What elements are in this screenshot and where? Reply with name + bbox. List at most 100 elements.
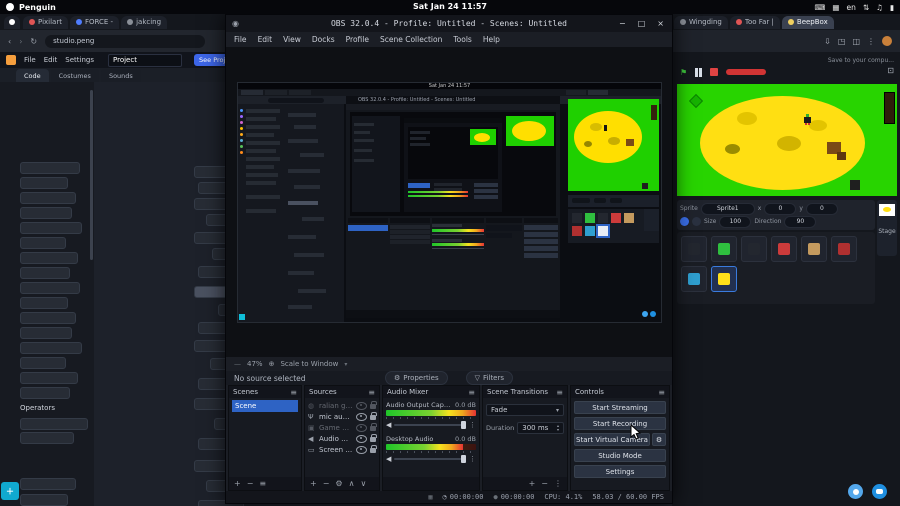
sprite-thumbnail[interactable]: [801, 236, 827, 262]
visibility-icon[interactable]: [356, 401, 367, 410]
code-block[interactable]: [20, 327, 72, 339]
code-block[interactable]: [20, 162, 80, 174]
obs-menu-item[interactable]: Help: [483, 35, 500, 44]
code-block[interactable]: [20, 478, 76, 490]
profile-avatar[interactable]: [882, 36, 892, 46]
reload-icon[interactable]: ↻: [30, 37, 37, 46]
code-block[interactable]: [20, 222, 82, 234]
toolbar-icon[interactable]: ◫: [852, 37, 860, 46]
browser-tab[interactable]: jakcing: [121, 15, 168, 29]
tray-icon[interactable]: ▦: [832, 3, 839, 12]
control-button[interactable]: Studio Mode: [574, 449, 666, 462]
game-stage-canvas[interactable]: [677, 84, 897, 196]
visibility-icon[interactable]: [356, 434, 367, 443]
transition-select[interactable]: Fade ▾: [486, 404, 564, 416]
back-icon[interactable]: ‹: [8, 37, 11, 46]
speaker-icon[interactable]: ◀: [386, 421, 391, 429]
speaker-icon[interactable]: ◀: [386, 455, 391, 463]
green-flag-button[interactable]: ⚑: [680, 68, 687, 77]
spin-down-icon[interactable]: ▾: [557, 428, 559, 432]
dock-toolbar-icon[interactable]: −: [247, 479, 254, 488]
add-extension-button[interactable]: ＋: [1, 482, 19, 500]
stage-selector[interactable]: Stage: [877, 200, 897, 256]
editor-menu-item[interactable]: Settings: [65, 56, 94, 64]
code-block[interactable]: [20, 267, 70, 279]
volume-slider-knob[interactable]: [461, 421, 466, 429]
visibility-icon[interactable]: [356, 412, 367, 421]
show-sprite-button[interactable]: [680, 217, 689, 226]
zoom-icon[interactable]: ⊕: [269, 360, 275, 368]
toolbar-icon[interactable]: ⋮: [867, 37, 875, 46]
sprite-thumbnail[interactable]: [681, 236, 707, 262]
help-button[interactable]: [848, 484, 863, 499]
dock-toolbar-icon[interactable]: ∨: [360, 479, 366, 488]
dock-toolbar-icon[interactable]: +: [310, 479, 317, 488]
tray-icon[interactable]: en: [846, 3, 855, 12]
dock-toolbar-icon[interactable]: +: [529, 479, 536, 488]
visibility-icon[interactable]: [356, 423, 367, 432]
code-block[interactable]: [20, 297, 68, 309]
stats-icon[interactable]: ▦: [428, 493, 432, 501]
obs-menu-item[interactable]: File: [234, 35, 247, 44]
code-block[interactable]: [20, 192, 76, 204]
code-block[interactable]: [20, 282, 80, 294]
code-block[interactable]: [20, 387, 70, 399]
forward-icon[interactable]: ›: [19, 37, 22, 46]
code-block[interactable]: [20, 237, 66, 249]
source-row[interactable]: Ψ mic audio: [308, 411, 377, 422]
size-input[interactable]: 100: [719, 215, 752, 228]
control-button[interactable]: Start Recording: [574, 417, 666, 430]
obs-menu-item[interactable]: View: [283, 35, 301, 44]
tray-icon[interactable]: ⌨: [815, 3, 826, 12]
pause-button[interactable]: [695, 67, 703, 77]
editor-tab[interactable]: Sounds: [100, 69, 141, 82]
scale-mode-label[interactable]: Scale to Window: [280, 360, 338, 368]
code-block[interactable]: [20, 494, 68, 506]
clock[interactable]: Sat Jan 24 11:57: [0, 2, 900, 11]
obs-menu-item[interactable]: Profile: [346, 35, 369, 44]
tray-icon[interactable]: ♫: [876, 3, 883, 12]
toolbar-icon[interactable]: ◳: [838, 37, 846, 46]
lock-icon[interactable]: [370, 401, 377, 409]
dock-toolbar-icon[interactable]: +: [234, 479, 241, 488]
window-button[interactable]: □: [638, 19, 646, 28]
resize-handle-icon[interactable]: —: [234, 360, 241, 368]
code-block[interactable]: [20, 207, 72, 219]
volume-slider[interactable]: [394, 455, 466, 463]
control-button[interactable]: Start Streaming: [574, 401, 666, 414]
dock-toolbar-icon[interactable]: ≡: [259, 479, 266, 488]
editor-menu-item[interactable]: File: [24, 56, 36, 64]
code-block[interactable]: [20, 357, 66, 369]
source-row[interactable]: ▣ Game Cap: [308, 422, 377, 433]
y-input[interactable]: 0: [805, 202, 838, 215]
tray-icon[interactable]: ⇅: [863, 3, 869, 12]
source-row[interactable]: ◀ Audio Outp: [308, 433, 377, 444]
toolbar-icon[interactable]: ⇩: [824, 37, 831, 46]
code-block[interactable]: [20, 342, 82, 354]
source-row[interactable]: ◍ ralian gam: [308, 400, 377, 411]
obs-menu-item[interactable]: Tools: [453, 35, 471, 44]
window-button[interactable]: −: [619, 19, 626, 28]
dock-toolbar-icon[interactable]: ⚙: [335, 479, 342, 488]
browser-tab[interactable]: BeepBox: [781, 15, 834, 29]
browser-tab[interactable]: Wingding: [674, 15, 728, 29]
dock-toolbar-icon[interactable]: −: [541, 479, 548, 488]
obs-preview[interactable]: Sat Jan 24 11:57 OBS 32.0.4 - Profile: U…: [226, 47, 672, 357]
channel-menu-icon[interactable]: ⋮: [469, 421, 476, 429]
code-block[interactable]: [20, 418, 88, 430]
dock-menu-icon[interactable]: ≡: [468, 388, 475, 397]
lock-icon[interactable]: [370, 412, 377, 420]
dock-menu-icon[interactable]: ≡: [368, 388, 375, 397]
x-input[interactable]: 0: [764, 202, 797, 215]
browser-tab[interactable]: FORCE -: [69, 15, 120, 29]
stop-button[interactable]: [710, 68, 719, 76]
control-button[interactable]: Settings: [574, 465, 666, 478]
obs-menu-item[interactable]: Edit: [258, 35, 273, 44]
pinned-tab[interactable]: [4, 15, 20, 29]
dock-menu-icon[interactable]: ≡: [658, 388, 665, 397]
channel-menu-icon[interactable]: ⋮: [469, 455, 476, 463]
duration-input[interactable]: 300 ms ▴ ▾: [517, 422, 564, 434]
sprite-name-input[interactable]: Sprite1: [700, 202, 755, 215]
browser-tab[interactable]: Pixilart: [23, 15, 68, 29]
lock-icon[interactable]: [370, 434, 377, 442]
